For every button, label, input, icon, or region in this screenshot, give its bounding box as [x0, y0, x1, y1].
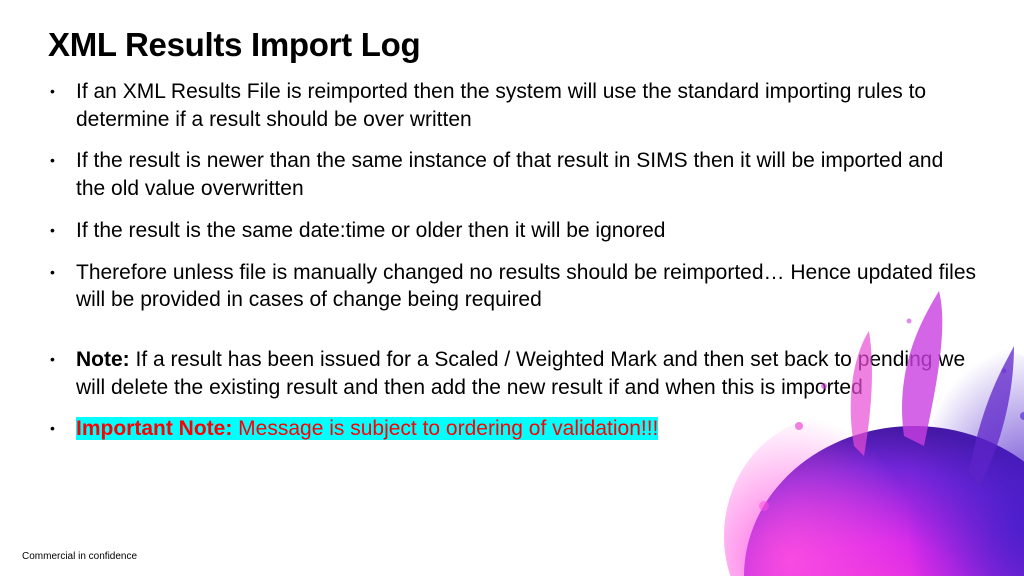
list-item: Therefore unless file is manually change…: [76, 259, 976, 314]
important-note-text: Message is subject to ordering of valida…: [232, 417, 658, 440]
list-item: If the result is newer than the same ins…: [76, 147, 976, 202]
footer-confidentiality: Commercial in confidence: [22, 551, 137, 562]
page-title: XML Results Import Log: [48, 26, 976, 64]
bullet-list-notes: Note: If a result has been issued for a …: [48, 346, 976, 443]
note-text: If a result has been issued for a Scaled…: [76, 348, 965, 399]
slide: XML Results Import Log If an XML Results…: [0, 0, 1024, 576]
spacer: [48, 328, 976, 346]
list-item: If the result is the same date:time or o…: [76, 217, 976, 245]
list-item: If an XML Results File is reimported the…: [76, 78, 976, 133]
note-label: Note:: [76, 348, 130, 371]
list-item-note: Note: If a result has been issued for a …: [76, 346, 976, 401]
important-note-label: Important Note:: [76, 417, 232, 440]
list-item-important-note: Important Note: Message is subject to or…: [76, 415, 976, 443]
footer-page-number: 16: [991, 551, 1002, 562]
bullet-list: If an XML Results File is reimported the…: [48, 78, 976, 314]
